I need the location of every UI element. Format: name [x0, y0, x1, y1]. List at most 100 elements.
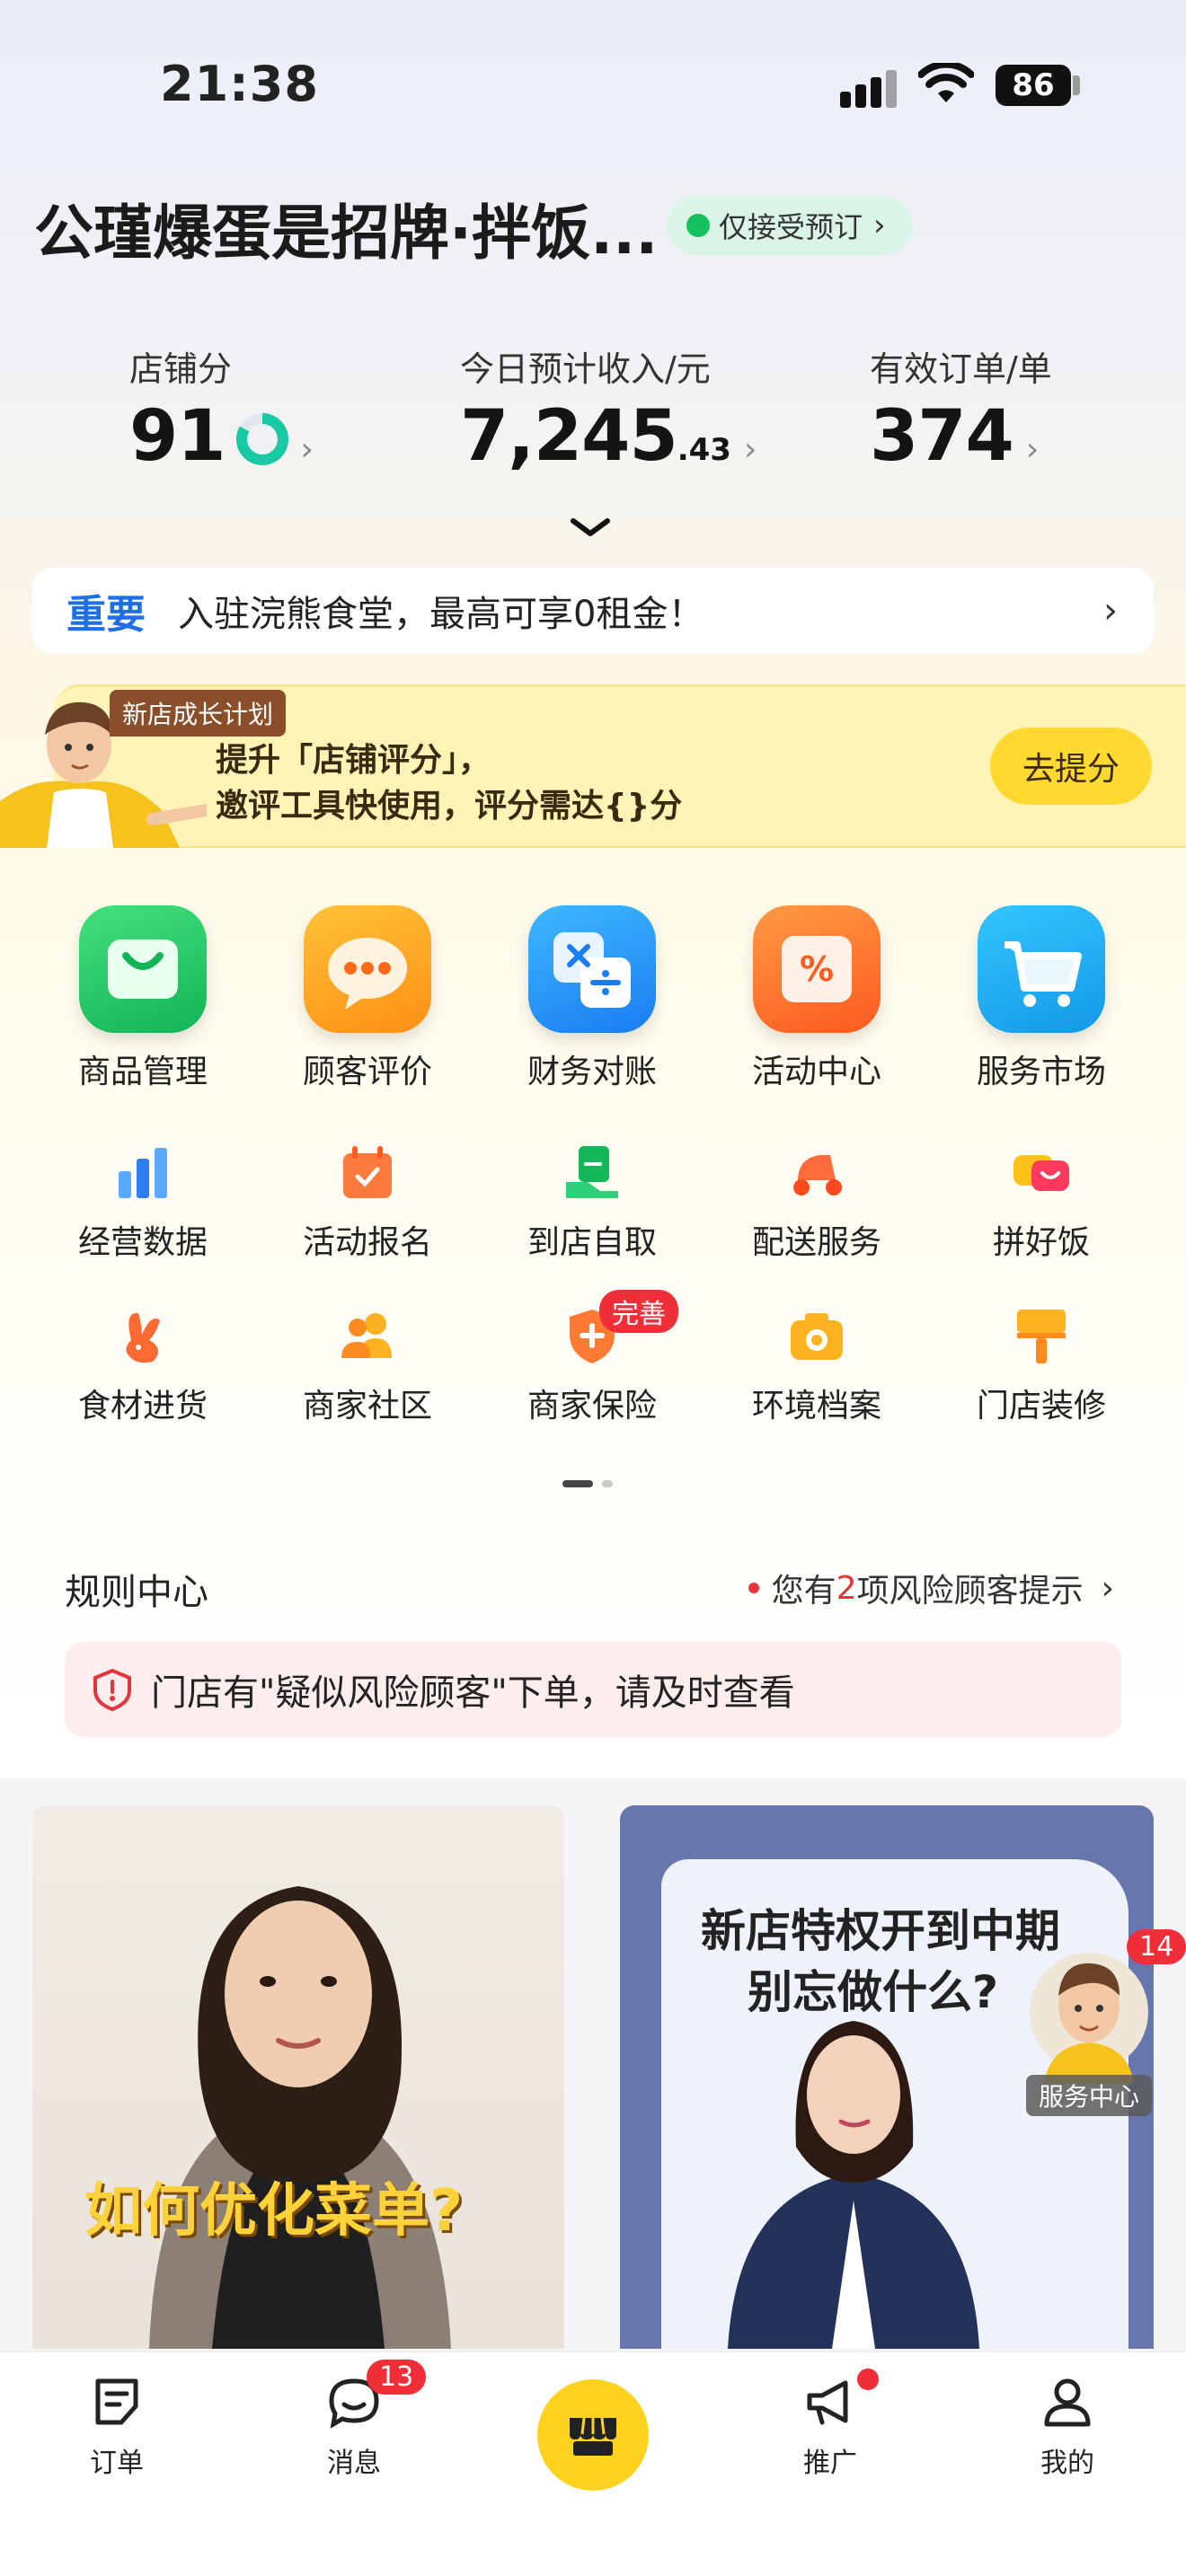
tool-ingredient-purchase[interactable]: 食材进货: [53, 1304, 233, 1426]
important-notice[interactable]: 重要 入驻浣熊食堂，最高可享0租金！ ›: [32, 568, 1154, 654]
privileges-title-line1: 新店特权开到中期: [701, 1905, 1060, 1957]
tool-label: 门店装修: [976, 1388, 1106, 1425]
order-list-icon: [95, 2378, 138, 2425]
metric-income-label: 今日预计收入/元: [460, 349, 711, 389]
promote-dot-badge: [857, 2369, 879, 2390]
tool-label: 配送服务: [751, 1224, 881, 1261]
tab-orders-label: 订单: [90, 2448, 144, 2479]
tool-activity-signup[interactable]: 活动报名: [278, 1141, 457, 1263]
tool-merchant-insurance[interactable]: 商家保险 完善: [502, 1290, 682, 1426]
tool-delivery-service[interactable]: 配送服务: [727, 1141, 907, 1263]
shopping-cart-icon: [978, 905, 1105, 1033]
tool-merchant-community[interactable]: 商家社区: [278, 1304, 457, 1426]
risk-tip-prefix: 您有: [771, 1573, 836, 1610]
chevron-right-icon: ›: [1101, 1569, 1114, 1607]
warning-shield-icon: [93, 1668, 131, 1712]
tool-label: 活动报名: [302, 1224, 432, 1261]
svg-text:%: %: [800, 949, 834, 989]
tab-orders[interactable]: 订单: [45, 2374, 189, 2480]
growth-line2: 邀评工具快使用，评分需达{}分: [216, 788, 683, 825]
tab-messages[interactable]: 消息 13: [282, 2360, 427, 2480]
tool-store-pickup[interactable]: 到店自取: [502, 1141, 682, 1263]
tool-environment-archive[interactable]: 环境档案: [727, 1304, 907, 1426]
growth-plan-banner[interactable]: 新店成长计划 提升「店铺评分」， 邀评工具快使用，评分需达{}分 去提分: [0, 684, 1186, 848]
coupon-icon: %: [753, 905, 881, 1033]
tab-promote[interactable]: 推广: [758, 2369, 902, 2480]
chevron-right-icon: ›: [1025, 431, 1040, 468]
service-center-badge: 14: [1127, 1929, 1186, 1964]
alert-dot-icon: [748, 1583, 759, 1593]
risk-customer-tip[interactable]: 您有 2 项风险顾客提示 ›: [748, 1565, 1114, 1611]
bottom-tab-bar: 订单 消息 13 推广 我的: [0, 2351, 1186, 2576]
tool-product-management[interactable]: 商品管理: [53, 905, 233, 1092]
camera-icon: [791, 1313, 843, 1360]
tool-label: 商家社区: [302, 1388, 432, 1425]
tool-label: 活动中心: [751, 1054, 881, 1090]
tool-label: 商品管理: [77, 1054, 208, 1090]
tool-pinhaofan[interactable]: 拼好饭: [951, 1141, 1131, 1263]
rabbit-icon: [126, 1312, 160, 1363]
metric-store-score[interactable]: 店铺分 91 ›: [129, 341, 314, 477]
tool-customer-reviews[interactable]: 顾客评价: [278, 905, 457, 1092]
metric-income-value: 7,245: [460, 396, 678, 477]
menu-video-caption: 如何优化菜单?: [84, 2178, 464, 2245]
tool-store-decoration[interactable]: 门店装修: [951, 1304, 1131, 1426]
chevron-right-icon: ›: [743, 431, 757, 468]
tool-label: 财务对账: [527, 1054, 657, 1090]
tool-business-data[interactable]: 经营数据: [53, 1141, 233, 1263]
improve-score-button[interactable]: 去提分: [990, 728, 1152, 805]
tab-mine[interactable]: 我的: [996, 2374, 1139, 2480]
risk-tip-suffix: 项风险顾客提示: [856, 1573, 1084, 1610]
tool-label: 经营数据: [77, 1224, 208, 1261]
risk-alert-text: 门店有"疑似风险顾客"下单，请及时查看: [151, 1672, 795, 1714]
tool-label: 到店自取: [527, 1224, 657, 1261]
tool-service-market[interactable]: 服务市场: [951, 905, 1131, 1092]
store-icon: [570, 2417, 616, 2456]
order-mode-badge[interactable]: 仅接受预订 ›: [667, 196, 913, 255]
score-ring-icon: [235, 413, 288, 465]
service-avatar: [1030, 1953, 1148, 2084]
calendar-icon: [343, 1146, 392, 1198]
user-icon: [1044, 2378, 1091, 2427]
tab-mine-label: 我的: [1040, 2448, 1094, 2479]
battery-icon: 86: [996, 65, 1071, 106]
tool-label: 顾客评价: [302, 1054, 432, 1090]
scooter-icon: [793, 1155, 842, 1195]
megaphone-icon: [807, 2380, 848, 2425]
calculator-icon: [528, 905, 656, 1033]
notice-tag: 重要: [66, 592, 146, 638]
growth-plan-badge: 新店成长计划: [110, 690, 287, 737]
page-dot-active: [562, 1480, 593, 1487]
tab-messages-label: 消息: [327, 2448, 381, 2479]
community-icon: [341, 1313, 392, 1358]
page-dot: [602, 1480, 613, 1487]
chevron-down-icon[interactable]: [568, 514, 613, 541]
page-indicator: [562, 1480, 613, 1487]
video-card-menu-optimization[interactable]: 如何优化菜单?: [32, 1805, 564, 2349]
insurance-badge: 完善: [599, 1290, 678, 1333]
tool-label: 商家保险: [527, 1388, 657, 1425]
metric-income[interactable]: 今日预计收入/元 7,245 .43 ›: [460, 341, 757, 477]
tool-label: 环境档案: [751, 1388, 881, 1425]
pinhaofan-icon: [1013, 1155, 1069, 1191]
tab-promote-label: 推广: [803, 2448, 857, 2479]
presenter-image: [149, 1886, 451, 2349]
messages-badge: 13: [367, 2360, 427, 2395]
rules-center-title: 规则中心: [65, 1572, 208, 1613]
shopping-bag-icon: [79, 905, 207, 1033]
battery-tip: [1073, 75, 1080, 95]
service-center-label: 服务中心: [1026, 2075, 1152, 2116]
tool-label: 服务市场: [976, 1054, 1106, 1090]
service-center-button[interactable]: 服务中心 14: [1017, 1929, 1186, 2120]
order-mode-label: 仅接受预订: [719, 210, 863, 244]
tool-activity-center[interactable]: % 活动中心: [727, 905, 907, 1092]
store-name[interactable]: 公瑾爆蛋是招牌·拌饭...: [34, 185, 658, 271]
wifi-icon: [918, 63, 974, 102]
tool-label: 食材进货: [77, 1388, 208, 1425]
paint-roller-icon: [1017, 1310, 1066, 1363]
metric-orders[interactable]: 有效订单/单 374 ›: [870, 341, 1052, 477]
risk-customer-alert[interactable]: 门店有"疑似风险顾客"下单，请及时查看: [65, 1642, 1121, 1737]
pickup-icon: [566, 1146, 618, 1198]
tab-store-home[interactable]: [537, 2379, 649, 2491]
tool-finance-reconcile[interactable]: 财务对账: [502, 905, 682, 1092]
